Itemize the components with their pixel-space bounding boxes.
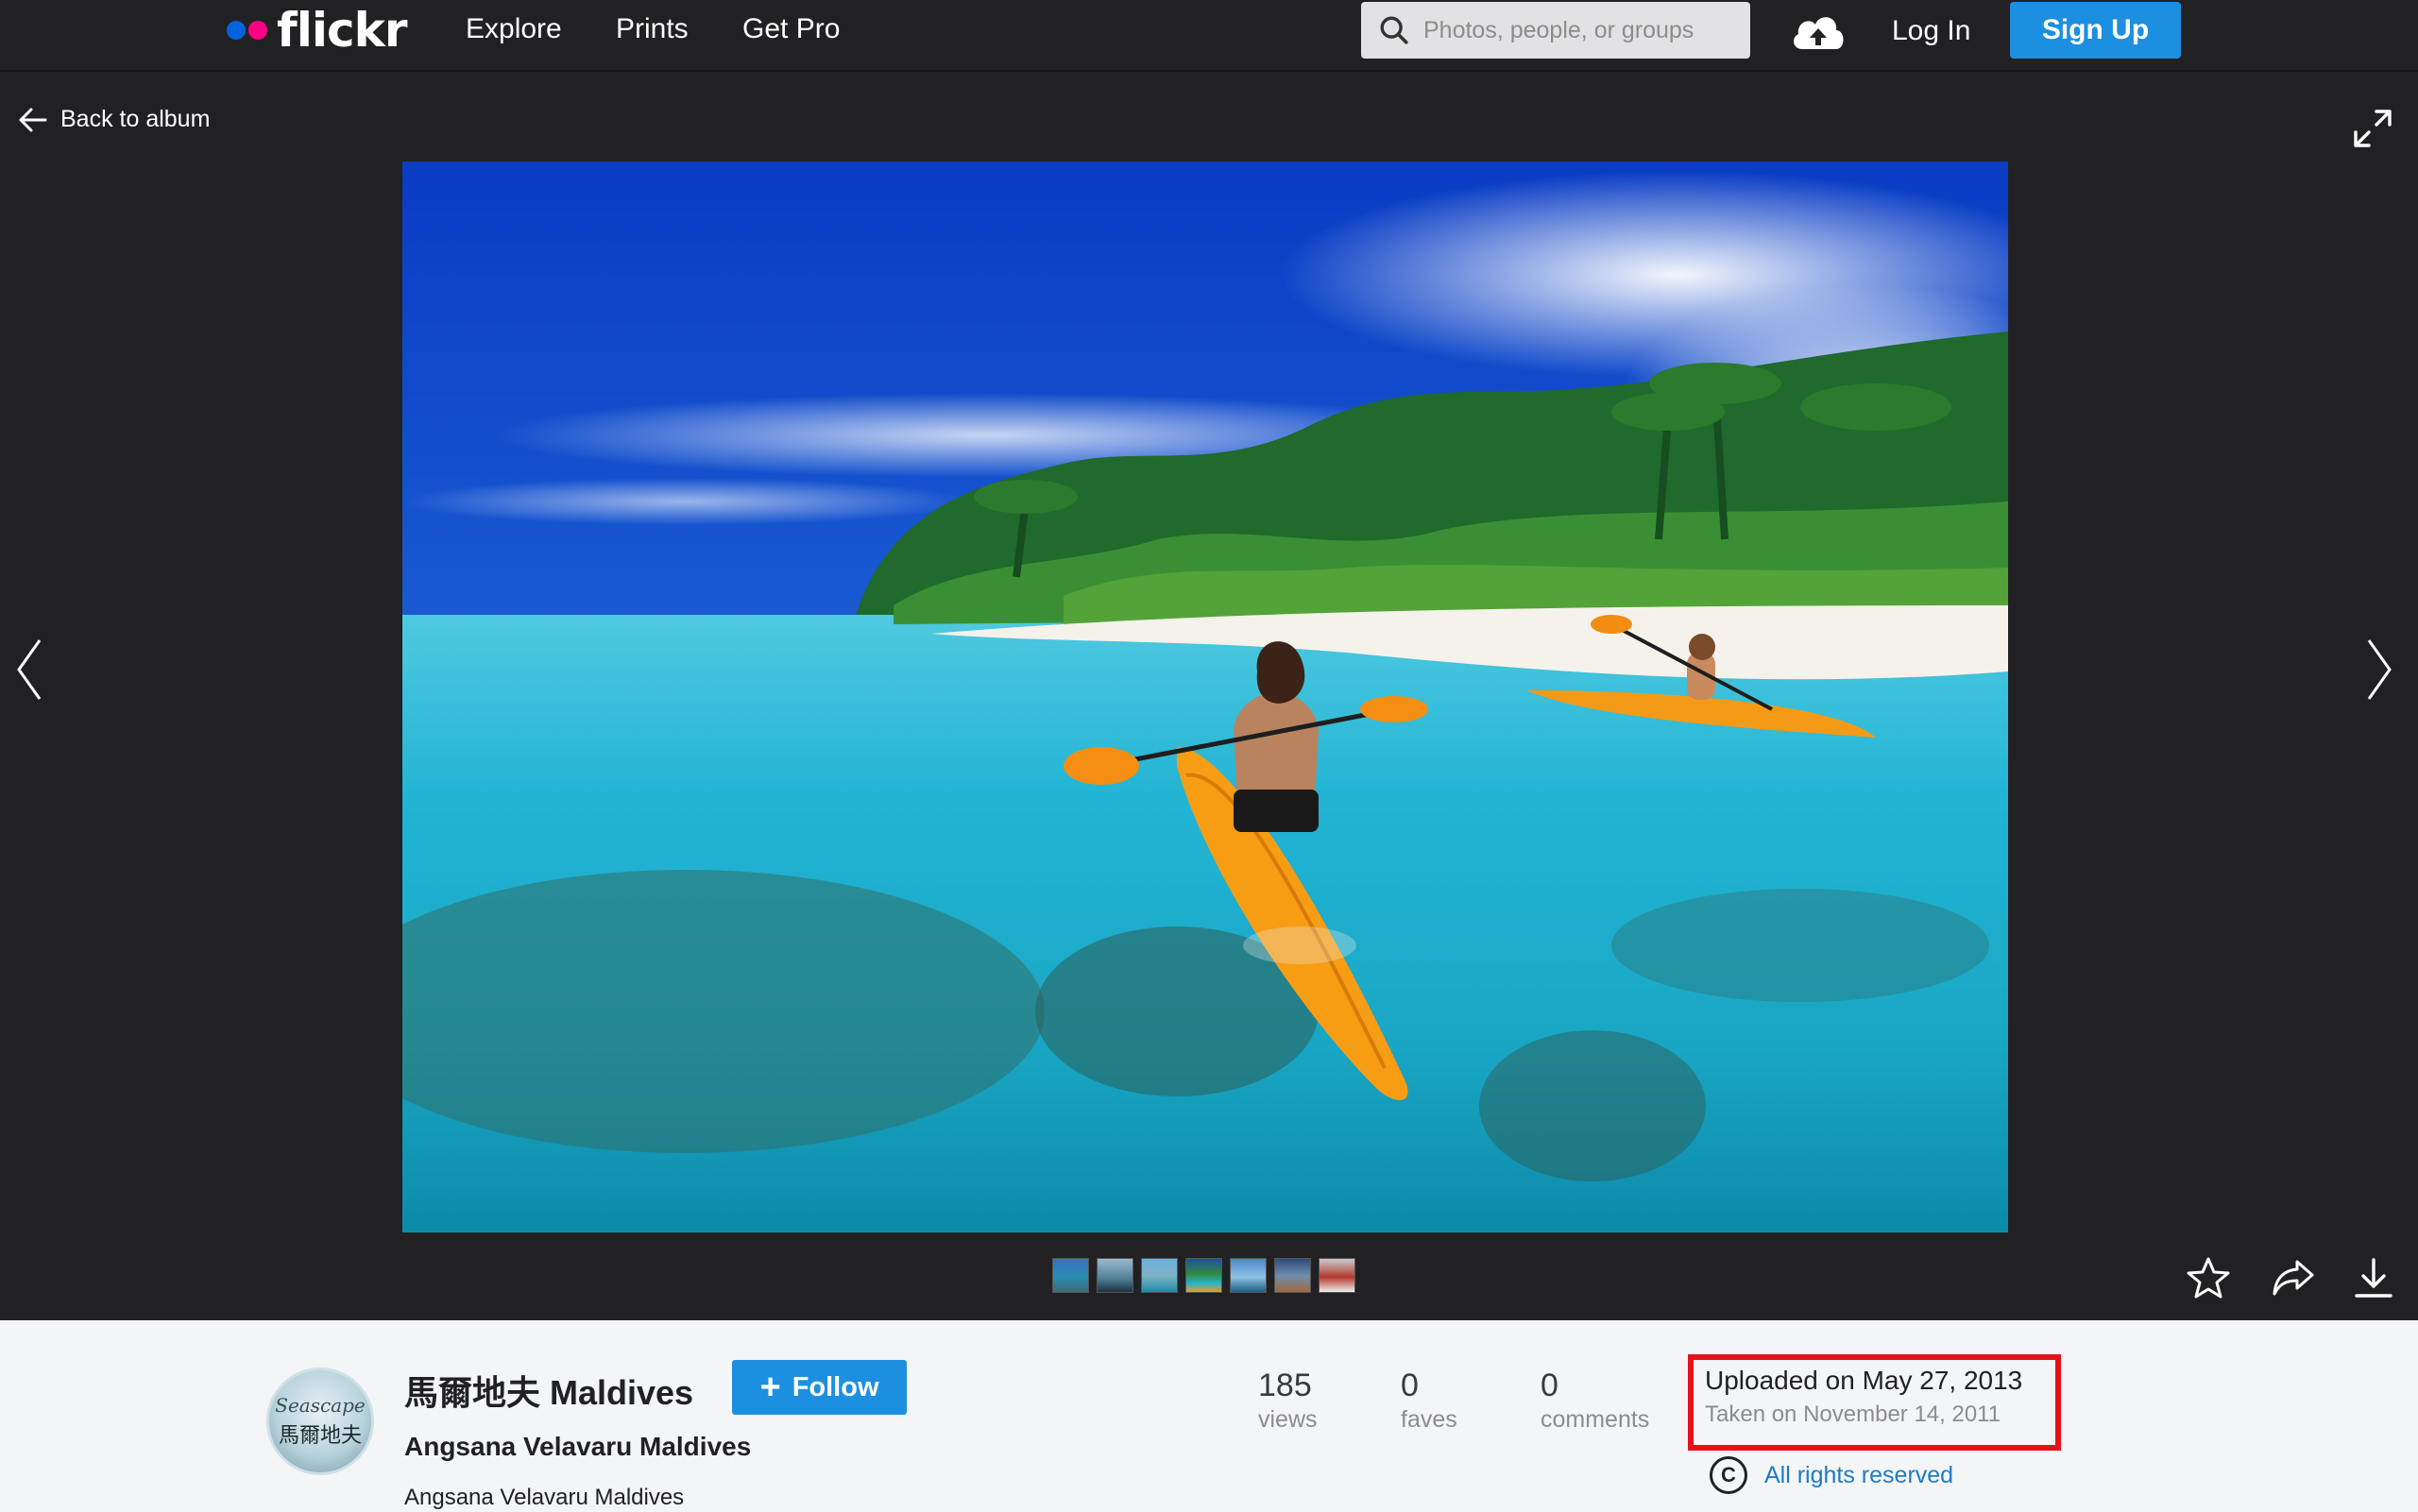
thumbnail-2[interactable] bbox=[1097, 1258, 1133, 1293]
copyright-icon: C bbox=[1710, 1456, 1747, 1494]
nav-explore[interactable]: Explore bbox=[466, 13, 562, 45]
previous-photo-arrow[interactable] bbox=[15, 637, 43, 703]
thumbnail-7[interactable] bbox=[1319, 1258, 1355, 1293]
uploaded-date: Uploaded on May 27, 2013 bbox=[1705, 1366, 2023, 1395]
photo-title: Angsana Velavaru Maldives bbox=[404, 1432, 752, 1461]
stat-views: 185 views bbox=[1258, 1368, 1318, 1434]
nav-prints[interactable]: Prints bbox=[616, 13, 689, 45]
follow-button[interactable]: + Follow bbox=[732, 1360, 907, 1415]
fave-star-icon[interactable] bbox=[2186, 1256, 2231, 1300]
faves-label: faves bbox=[1401, 1406, 1457, 1433]
logo-pink-dot bbox=[248, 21, 267, 40]
follow-label: Follow bbox=[792, 1371, 879, 1402]
owner-name[interactable]: 馬爾地夫 Maldives bbox=[404, 1366, 693, 1415]
photo-description: Angsana Velavaru Maldives bbox=[404, 1485, 685, 1510]
fullscreen-icon[interactable] bbox=[2352, 108, 2393, 149]
flickr-logo[interactable]: flickr bbox=[227, 3, 408, 58]
logo-blue-dot bbox=[227, 21, 246, 40]
next-photo-arrow[interactable] bbox=[2365, 637, 2393, 703]
search-input[interactable] bbox=[1423, 16, 1726, 44]
thumbnail-3[interactable] bbox=[1141, 1258, 1178, 1293]
share-icon[interactable] bbox=[2271, 1256, 2316, 1300]
avatar-text-bottom: 馬爾地夫 bbox=[278, 1424, 362, 1448]
search-icon bbox=[1380, 16, 1408, 44]
dates-highlight-box: Uploaded on May 27, 2013 Taken on Novemb… bbox=[1688, 1354, 2061, 1451]
views-label: views bbox=[1258, 1406, 1318, 1433]
top-nav: flickr Explore Prints Get Pro Log In Sig… bbox=[0, 0, 2418, 72]
owner-avatar[interactable]: Seascape 馬爾地夫 bbox=[266, 1368, 374, 1475]
thumbnail-1[interactable] bbox=[1052, 1258, 1089, 1293]
back-to-album-link[interactable]: Back to album bbox=[19, 106, 210, 133]
nav-get-pro[interactable]: Get Pro bbox=[742, 13, 840, 45]
comments-count: 0 bbox=[1541, 1368, 1558, 1403]
thumbnail-4[interactable] bbox=[1185, 1258, 1222, 1293]
back-label: Back to album bbox=[60, 106, 211, 132]
stat-faves: 0 faves bbox=[1401, 1368, 1457, 1434]
photo-kayakers-beach bbox=[402, 161, 2008, 1232]
comments-label: comments bbox=[1541, 1406, 1650, 1433]
license-link[interactable]: All rights reserved bbox=[1764, 1462, 1953, 1489]
faves-count: 0 bbox=[1401, 1368, 1419, 1403]
taken-date: Taken on November 14, 2011 bbox=[1705, 1402, 2001, 1427]
avatar-text-top: Seascape bbox=[275, 1394, 366, 1417]
thumbnail-6[interactable] bbox=[1274, 1258, 1311, 1293]
upload-cloud-icon[interactable] bbox=[1789, 9, 1848, 58]
download-icon[interactable] bbox=[2352, 1256, 2395, 1300]
main-photo[interactable] bbox=[402, 161, 2008, 1232]
thumbnail-5[interactable] bbox=[1230, 1258, 1267, 1293]
logo-text: flickr bbox=[277, 3, 408, 58]
login-link[interactable]: Log In bbox=[1892, 15, 1970, 47]
license-info: C All rights reserved bbox=[1710, 1456, 1953, 1494]
stat-comments: 0 comments bbox=[1541, 1368, 1649, 1434]
arrow-left-icon bbox=[19, 108, 47, 131]
views-count: 185 bbox=[1258, 1368, 1312, 1403]
plus-icon: + bbox=[759, 1368, 781, 1407]
photo-info-panel: Seascape 馬爾地夫 馬爾地夫 Maldives + Follow Ang… bbox=[0, 1320, 2418, 1512]
signup-button[interactable]: Sign Up bbox=[2010, 2, 2181, 59]
search-box[interactable] bbox=[1361, 2, 1750, 59]
filmstrip bbox=[1052, 1258, 1355, 1293]
